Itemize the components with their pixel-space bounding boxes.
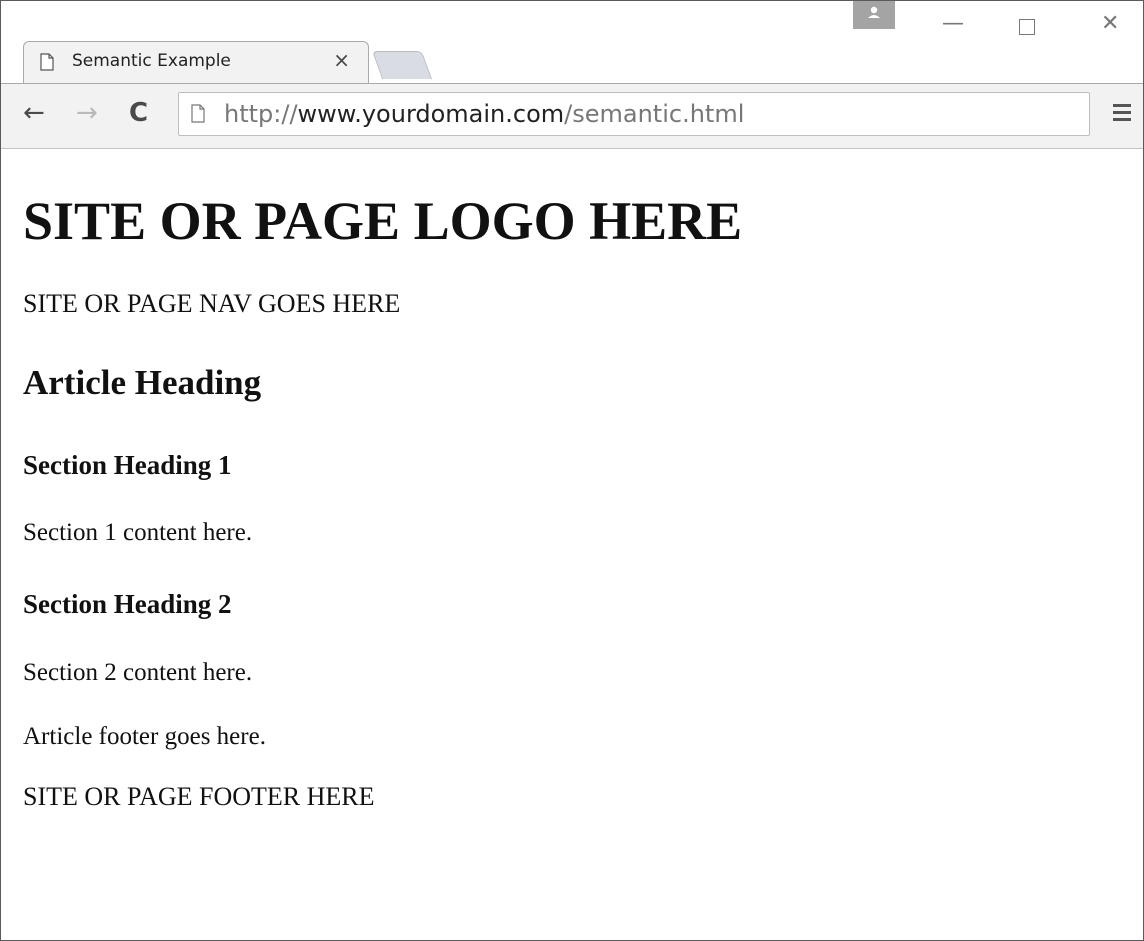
address-bar[interactable]: http://www.yourdomain.com/semantic.html <box>178 92 1090 136</box>
article-heading: Article Heading <box>23 363 262 402</box>
url-text[interactable]: http://www.yourdomain.com/semantic.html <box>224 99 744 129</box>
page-content: SITE OR PAGE LOGO HERE SITE OR PAGE NAV … <box>1 149 1143 940</box>
title-bar: Semantic Example × — ✕ <box>1 1 1143 83</box>
new-tab-button[interactable] <box>371 51 433 79</box>
url-scheme: http:// <box>224 100 298 128</box>
url-host: www.yourdomain.com <box>297 100 565 128</box>
back-arrow-icon[interactable]: ← <box>23 98 45 128</box>
site-footer: SITE OR PAGE FOOTER HERE <box>23 782 375 811</box>
forward-arrow-icon[interactable]: → <box>76 98 98 128</box>
profile-button[interactable] <box>853 1 895 29</box>
url-path: /semantic.html <box>564 100 745 128</box>
tab-semantic-example[interactable]: Semantic Example × <box>23 41 369 83</box>
person-icon <box>868 6 880 18</box>
site-nav: SITE OR PAGE NAV GOES HERE <box>23 289 401 318</box>
section-content: Section 2 content here. <box>23 659 253 686</box>
close-window-icon[interactable]: ✕ <box>1101 13 1119 35</box>
site-logo-heading: SITE OR PAGE LOGO HERE <box>23 191 743 251</box>
page-icon <box>40 53 54 71</box>
article-footer: Article footer goes here. <box>23 723 266 750</box>
section-heading: Section Heading 1 <box>23 450 232 480</box>
tab-title: Semantic Example <box>72 51 231 71</box>
browser-toolbar: ← → C http://www.yourdomain.com/semantic… <box>1 83 1143 149</box>
section-heading: Section Heading 2 <box>23 589 232 619</box>
browser-window: Semantic Example × — ✕ ← → C http://www.… <box>0 0 1144 941</box>
maximize-icon[interactable] <box>1019 19 1035 35</box>
minimize-icon[interactable]: — <box>942 13 964 35</box>
reload-icon[interactable]: C <box>129 98 148 128</box>
hamburger-menu-icon[interactable] <box>1113 104 1131 122</box>
section-content: Section 1 content here. <box>23 519 253 546</box>
tab-close-icon[interactable]: × <box>333 48 350 72</box>
page-icon <box>191 104 205 123</box>
